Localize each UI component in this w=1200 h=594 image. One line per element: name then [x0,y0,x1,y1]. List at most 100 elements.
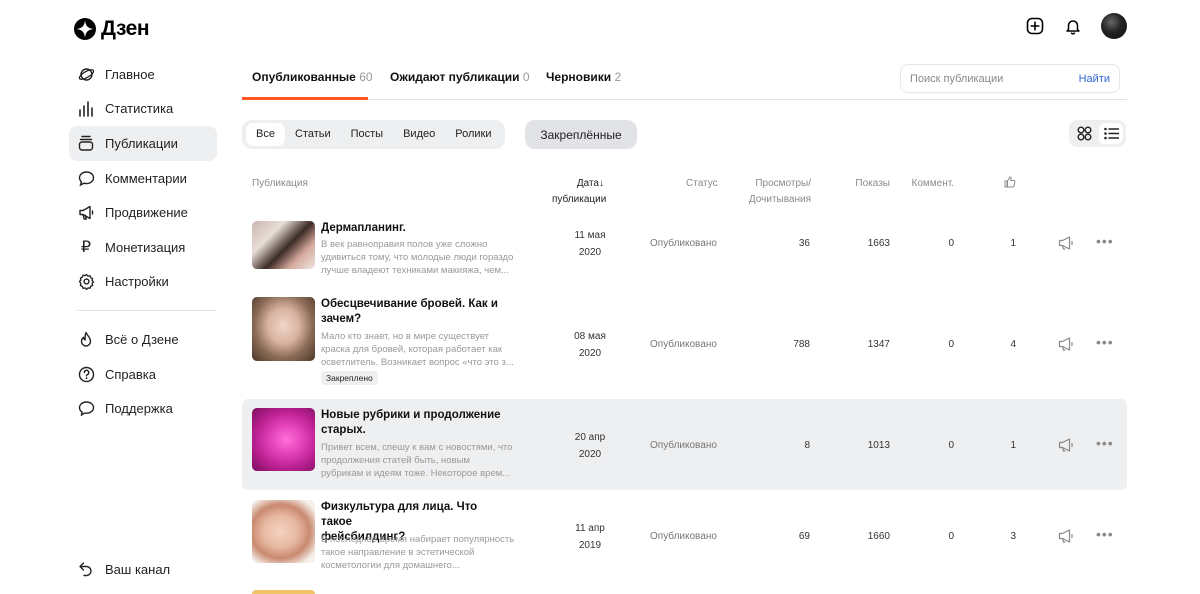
sidebar-item-statistics[interactable]: Статистика [69,92,217,127]
pinned-filter-button[interactable]: Закреплённые [525,120,637,149]
header-likes [1004,176,1016,194]
planet-icon [77,65,95,83]
tab-count: 2 [614,70,622,84]
flame-icon [77,330,95,348]
views-count: 8 [804,440,810,451]
publication-status: Опубликовано [650,440,717,451]
publication-title[interactable]: Дермапланинг. [321,221,511,236]
sidebar-item-label: Настройки [105,274,169,290]
promote-megaphone-icon[interactable] [1058,236,1074,250]
list-view-button[interactable] [1099,123,1123,144]
sidebar-item-label: Главное [105,66,155,82]
publication-thumbnail [252,500,315,563]
sidebar-item-label: Публикации [105,135,178,151]
your-channel-link[interactable]: Ваш канал [69,552,217,587]
more-options-icon[interactable]: ••• [1096,233,1114,249]
more-options-icon[interactable]: ••• [1096,435,1114,451]
sidebar-item-publications[interactable]: Публикации [69,126,217,161]
sidebar-item-label: Комментарии [105,170,187,186]
table-row[interactable]: Дермапланинг. В век равноправия полов уж… [242,210,1127,290]
filter-video[interactable]: Видео [393,123,445,146]
publications-icon [77,134,95,152]
search-box[interactable]: Поиск публикации Найти [900,64,1120,93]
sidebar: Главное Статистика Публикации Комментари… [69,57,217,426]
thumbs-up-icon [1004,176,1016,188]
sidebar-item-label: Поддержка [105,401,173,417]
avatar[interactable] [1101,13,1127,39]
tab-published[interactable]: Опубликованные 60 [252,70,373,84]
comments-count: 0 [948,440,954,451]
dzen-logo-icon [74,18,96,40]
publication-title[interactable]: Обесцвечивание бровей. Как и зачем? [321,297,511,327]
publication-thumbnail [252,590,315,594]
add-publication-icon[interactable] [1025,16,1045,36]
sidebar-item-label: Статистика [105,101,174,117]
filter-all[interactable]: Все [246,123,285,146]
sidebar-item-label: Всё о Дзене [105,331,179,347]
tab-drafts[interactable]: Черновики 2 [546,70,621,84]
likes-count: 1 [1010,440,1016,451]
publication-date: 11 апр 2019 [575,523,605,551]
promote-megaphone-icon[interactable] [1058,337,1074,351]
filter-articles[interactable]: Статьи [285,123,341,146]
sidebar-item-main[interactable]: Главное [69,57,217,92]
filter-shorts[interactable]: Ролики [445,123,501,146]
publication-description: В последнее время набирает популярность … [321,534,515,571]
likes-count: 1 [1010,238,1016,249]
publication-description: Мало кто знает, но в мире существует кра… [321,331,514,368]
header-comments: Коммент. [911,178,954,189]
sidebar-bottom: Ваш канал [69,552,217,587]
sidebar-item-monetization[interactable]: ₽ Монетизация [69,230,217,265]
publication-thumbnail [252,297,315,361]
promote-megaphone-icon[interactable] [1058,438,1074,452]
publication-description: Привет всем, спешу к вам с новостями, чт… [321,442,513,479]
search-input[interactable]: Поиск публикации [910,73,1003,85]
publication-status: Опубликовано [650,339,717,350]
likes-count: 3 [1010,531,1016,542]
header-status: Статус [686,178,718,189]
tab-count: 60 [359,70,373,84]
views-count: 69 [798,531,810,542]
bell-icon[interactable] [1063,16,1083,36]
brand-name: Дзен [101,17,150,40]
megaphone-icon [77,204,95,222]
tab-count: 0 [522,70,530,84]
sidebar-item-settings[interactable]: Настройки [69,265,217,300]
grid-icon [1077,126,1091,141]
sidebar-item-promotion[interactable]: Продвижение [69,195,217,230]
header-views: Просмотры/ Дочитывания [748,178,811,205]
table-row[interactable]: Новые рубрики и продолжение старых. Прив… [242,399,1127,490]
header-date[interactable]: Дата↓ публикации [552,176,606,208]
sidebar-item-support[interactable]: Поддержка [69,391,217,426]
table-row[interactable]: Физкультура для лица. Что такое фейсбилд… [242,491,1127,581]
filter-posts[interactable]: Посты [341,123,393,146]
views-count: 788 [793,339,810,350]
publication-status: Опубликовано [650,531,717,542]
tab-scheduled[interactable]: Ожидают публикации 0 [390,70,530,84]
publication-date: 08 мая 2020 [574,331,606,359]
dzen-logo[interactable]: Дзен [74,17,150,41]
sidebar-divider [77,310,217,312]
sidebar-item-about[interactable]: Всё о Дзене [69,322,217,357]
publication-tabs: Опубликованные 60 Ожидают публикации 0 Ч… [242,58,1127,100]
more-options-icon[interactable]: ••• [1096,334,1114,350]
views-count: 36 [798,238,810,249]
view-toggle [1069,120,1126,147]
impressions-count: 1347 [867,339,890,350]
sidebar-item-label: Справка [105,366,156,382]
comments-count: 0 [948,339,954,350]
sidebar-item-comments[interactable]: Комментарии [69,161,217,196]
list-icon [1103,127,1119,140]
help-icon [77,365,95,383]
promote-megaphone-icon[interactable] [1058,529,1074,543]
back-arrow-icon [77,560,95,578]
sidebar-item-label: Продвижение [105,205,188,221]
grid-view-button[interactable] [1072,123,1096,144]
publication-title[interactable]: Новые рубрики и продолжение старых. [321,408,511,438]
sidebar-item-help[interactable]: Справка [69,357,217,392]
type-filters: Все Статьи Посты Видео Ролики [242,120,506,149]
table-row[interactable]: Обесцвечивание бровей. Как и зачем? Мало… [242,290,1127,398]
more-options-icon[interactable]: ••• [1096,526,1114,542]
comment-icon [77,169,95,187]
search-button[interactable]: Найти [1079,73,1110,85]
